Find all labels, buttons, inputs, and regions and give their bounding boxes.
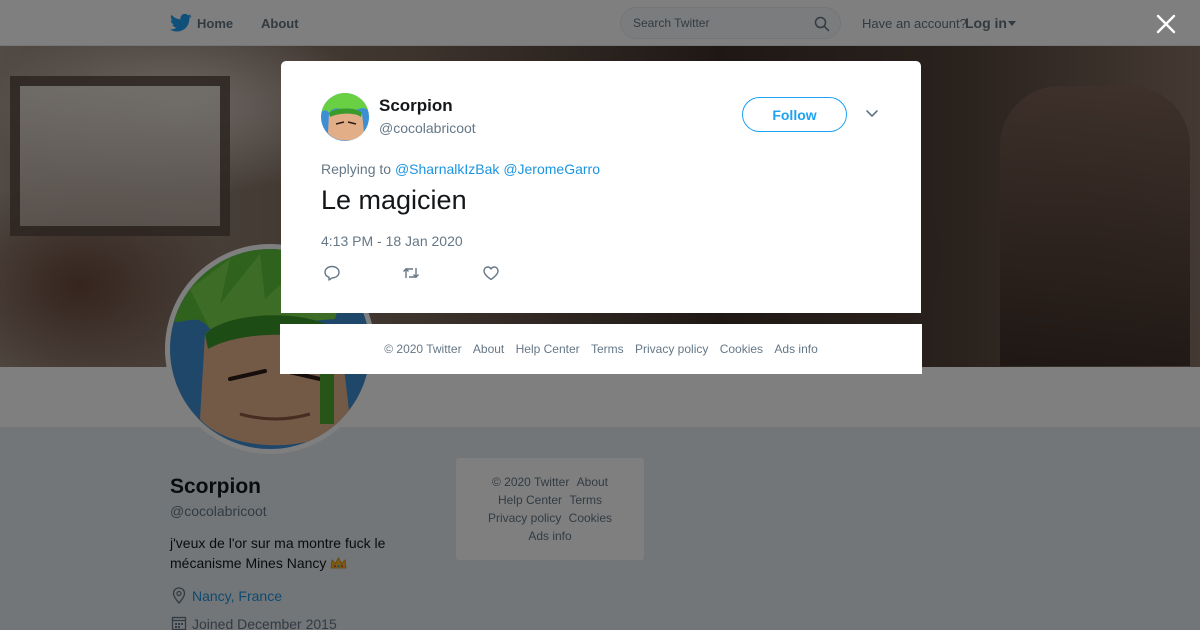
modal-footer: © 2020 Twitter About Help Center Terms P… — [280, 324, 922, 374]
tweet-author-name[interactable]: Scorpion — [379, 96, 453, 116]
tweet-author-handle[interactable]: @cocolabricoot — [379, 120, 476, 136]
tweet-timestamp[interactable]: 4:13 PM - 18 Jan 2020 — [321, 233, 463, 249]
retweet-icon[interactable] — [402, 264, 420, 282]
modal-footer-about-link[interactable]: About — [473, 342, 504, 356]
modal-footer-copyright: © 2020 Twitter — [384, 342, 462, 356]
modal-footer-terms-link[interactable]: Terms — [591, 342, 624, 356]
tweet-author-avatar[interactable] — [321, 93, 369, 141]
modal-footer-privacy-link[interactable]: Privacy policy — [635, 342, 708, 356]
tweet-text: Le magicien — [321, 185, 467, 215]
replying-to-label: Replying to — [321, 161, 392, 177]
modal-footer-cookies-link[interactable]: Cookies — [720, 342, 763, 356]
reply-mention-link[interactable]: @JeromeGarro — [503, 161, 600, 177]
modal-footer-help-link[interactable]: Help Center — [516, 342, 580, 356]
modal-footer-ads-link[interactable]: Ads info — [774, 342, 817, 356]
reply-mention-link[interactable]: @SharnalkIzBak — [395, 161, 499, 177]
chevron-down-icon[interactable] — [865, 109, 879, 119]
close-icon[interactable] — [1155, 13, 1177, 35]
replying-to: Replying to @SharnalkIzBak @JeromeGarro — [321, 161, 600, 177]
heart-icon[interactable] — [482, 264, 500, 282]
follow-button[interactable]: Follow — [742, 97, 847, 132]
tweet-modal: Scorpion @cocolabricoot Follow Replying … — [281, 61, 921, 313]
reply-icon[interactable] — [323, 264, 341, 282]
